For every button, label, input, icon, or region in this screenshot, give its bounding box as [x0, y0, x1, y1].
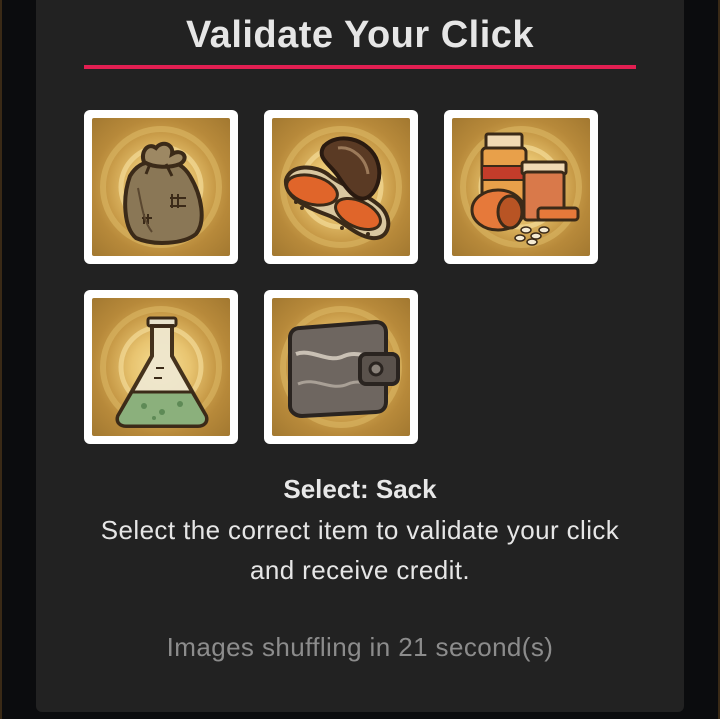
- tile-image: [452, 118, 590, 256]
- tile-sack[interactable]: [84, 110, 238, 264]
- flask-icon: [100, 306, 222, 428]
- tile-wallet[interactable]: [264, 290, 418, 444]
- tile-peanut[interactable]: [264, 110, 418, 264]
- select-target: Sack: [375, 474, 437, 504]
- tile-image: [92, 118, 230, 256]
- shuffle-countdown: Images shuffling in 21 second(s): [166, 632, 554, 662]
- captcha-page: Validate Your Click Select: Sack Select …: [0, 0, 720, 719]
- captcha-title: Validate Your Click: [185, 14, 535, 56]
- tile-image: [272, 118, 410, 256]
- sack-icon: [100, 126, 222, 248]
- tile-image: [272, 298, 410, 436]
- wallet-icon: [280, 306, 402, 428]
- medicine-bottles-icon: [460, 126, 582, 248]
- tile-medicine[interactable]: [444, 110, 598, 264]
- peanut-icon: [280, 126, 402, 248]
- select-prefix: Select:: [283, 474, 369, 504]
- tile-flask[interactable]: [84, 290, 238, 444]
- title-underline: [84, 65, 636, 69]
- tile-image: [92, 298, 230, 436]
- left-edge: [0, 0, 2, 719]
- instructions-text: Select the correct item to validate your…: [100, 515, 620, 585]
- select-target-line: Select: Sack: [36, 474, 684, 505]
